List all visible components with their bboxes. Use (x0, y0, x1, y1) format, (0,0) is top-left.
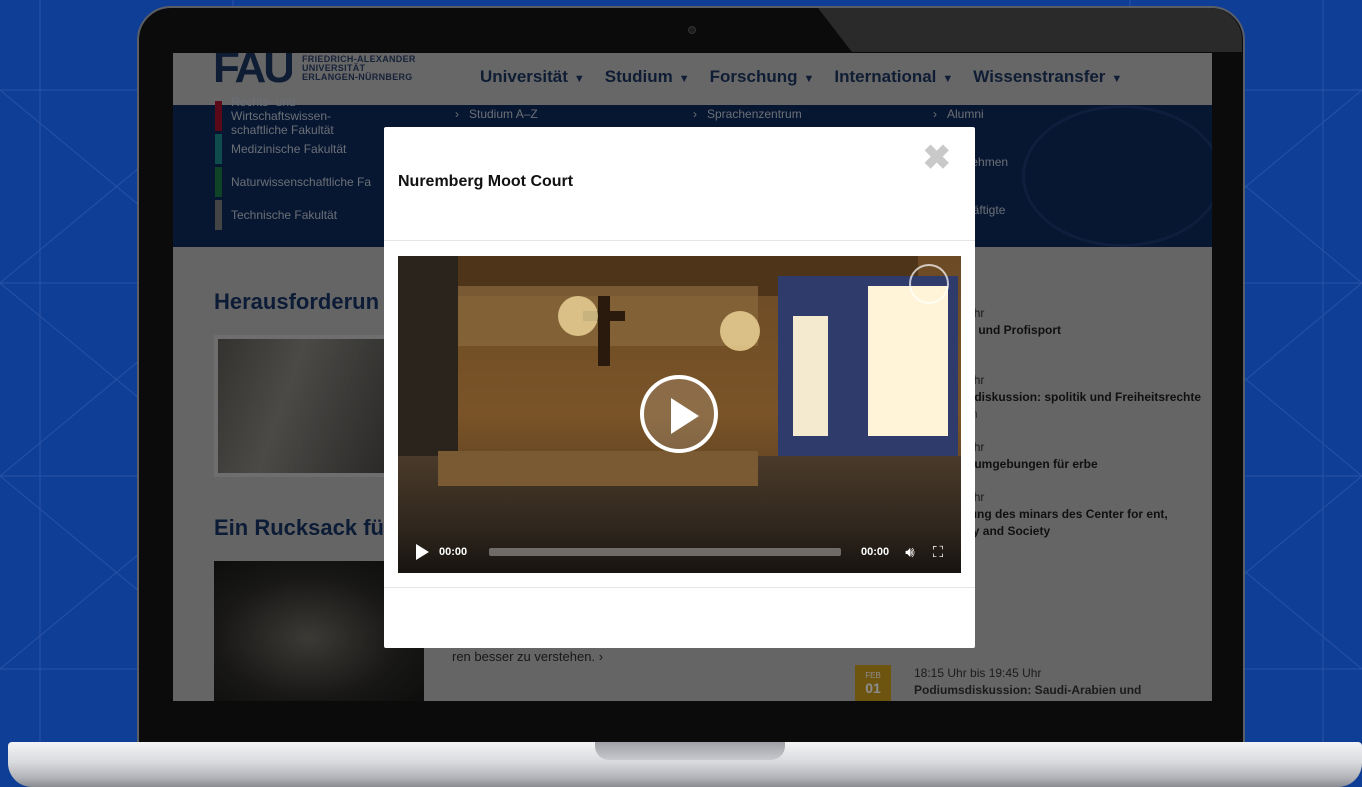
lid-glare (818, 8, 1242, 52)
video-modal: Nuremberg Moot Court ✖ 00:00 00:00 🔊︎ ⛶ (384, 127, 975, 648)
browser-screen: FAU FRIEDRICH-ALEXANDER UNIVERSITÄT ERLA… (173, 53, 1212, 701)
video-controls: 00:00 00:00 🔊︎ ⛶ (398, 531, 961, 573)
channel-logo (909, 264, 949, 304)
modal-title: Nuremberg Moot Court (398, 173, 574, 190)
modal-divider (384, 587, 975, 588)
camera-icon (688, 26, 696, 34)
duration: 00:00 (861, 546, 890, 558)
current-time: 00:00 (439, 546, 468, 558)
play-icon[interactable] (416, 544, 429, 560)
volume-icon[interactable]: 🔊︎ (901, 544, 919, 561)
play-icon[interactable] (640, 375, 718, 453)
video-player[interactable]: 00:00 00:00 🔊︎ ⛶ (398, 256, 961, 573)
fullscreen-icon[interactable]: ⛶ (929, 544, 947, 561)
progress-bar[interactable] (489, 548, 841, 556)
laptop-notch (595, 742, 785, 760)
modal-divider (384, 240, 975, 241)
close-icon[interactable]: ✖ (923, 141, 952, 175)
